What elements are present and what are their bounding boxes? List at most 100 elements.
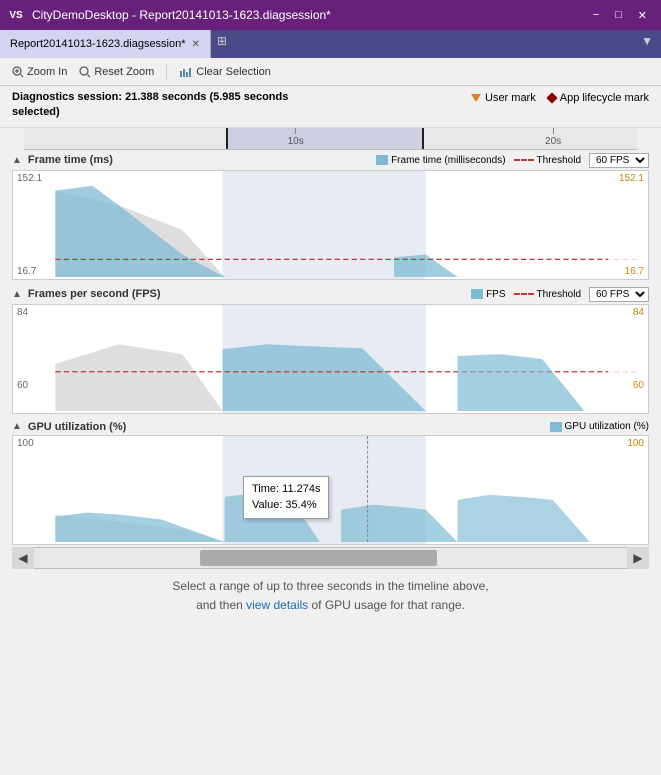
frame-time-chart[interactable]: 152.1 16.7 152.1 16.7: [12, 170, 649, 280]
app-lifecycle-label: App lifecycle mark: [560, 92, 649, 104]
scroll-thumb[interactable]: [200, 550, 437, 566]
tooltip-time: Time: 11.274s: [252, 481, 320, 498]
bottom-info: Select a range of up to three seconds in…: [0, 569, 661, 623]
bottom-line2-post: of GPU usage for that range.: [308, 598, 465, 612]
clear-selection-button[interactable]: Clear Selection: [175, 64, 275, 80]
ruler-tick: [295, 128, 296, 134]
close-button[interactable]: ✕: [632, 5, 653, 25]
frame-time-header: ▲ Frame time (ms) Frame time (millisecon…: [12, 150, 649, 170]
info-bar: Diagnostics session: 21.388 seconds (5.9…: [0, 86, 661, 128]
zoom-in-icon: [12, 66, 24, 78]
frame-time-collapse[interactable]: ▲: [12, 155, 22, 166]
timeline-ruler-container: 10s 20s: [12, 128, 649, 150]
tab-diagsession[interactable]: Report20141013-1623.diagsession* ✕: [0, 30, 211, 58]
fps-collapse[interactable]: ▲: [12, 289, 22, 300]
y-top: 152.1: [17, 173, 49, 184]
gpu-chart[interactable]: 100 100 Time: 11.2: [12, 435, 649, 545]
fps-color: [471, 289, 483, 299]
scroll-track[interactable]: [34, 548, 627, 568]
ruler-10s: 10s: [288, 128, 304, 147]
toolbar-separator: [166, 64, 167, 80]
fps-chart[interactable]: 84 60 84 60: [12, 304, 649, 414]
reset-zoom-button[interactable]: Reset Zoom: [75, 64, 158, 80]
gpu-legend-item: GPU utilization (%): [550, 421, 649, 432]
session-info-line1: Diagnostics session: 21.388 seconds (5.9…: [12, 90, 288, 105]
range-end-marker: [422, 128, 424, 149]
fps-select-fps[interactable]: 60 FPS: [589, 287, 649, 302]
chart-icon: [179, 67, 193, 77]
frame-time-y-axis-right: 152.1 16.7: [608, 171, 648, 279]
zoom-in-button[interactable]: Zoom In: [8, 64, 71, 80]
tab-pin-icon[interactable]: ⊞: [211, 30, 233, 58]
gpu-y-axis: 100: [13, 436, 53, 544]
threshold-legend-item: Threshold: [514, 155, 581, 166]
ruler-10s-label: 10s: [288, 136, 304, 147]
tooltip: Time: 11.274s Value: 35.4%: [243, 476, 329, 519]
frame-time-legend: Frame time (milliseconds) Threshold 60 F…: [376, 153, 649, 168]
tab-dropdown-icon[interactable]: ▼: [633, 30, 661, 58]
session-info-line2: selected): [12, 105, 288, 120]
fps-y-60-right: 60: [633, 380, 644, 391]
bottom-line2: and then view details of GPU usage for t…: [20, 596, 641, 615]
bottom-line2-pre: and then: [196, 598, 246, 612]
gpu-color: [550, 422, 562, 432]
threshold-dash: [514, 159, 534, 161]
frame-time-y-axis: 152.1 16.7: [13, 171, 53, 279]
selected-range: [226, 128, 422, 149]
tooltip-value: Value: 35.4%: [252, 497, 320, 514]
app-lifecycle-icon: [546, 92, 557, 103]
gpu-header: ▲ GPU utilization (%) GPU utilization (%…: [12, 418, 649, 435]
range-start-marker: [226, 128, 228, 149]
ruler-20s-label: 20s: [545, 136, 561, 147]
markers-legend: User mark App lifecycle mark: [471, 92, 649, 104]
title-bar-controls: − □ ✕: [587, 5, 653, 25]
frame-time-legend-label: Frame time (milliseconds): [391, 155, 505, 166]
tab-bar: Report20141013-1623.diagsession* ✕ ⊞ ▼: [0, 30, 661, 58]
reset-zoom-icon: [79, 66, 91, 78]
fps-y-top: 84: [17, 307, 49, 318]
fps-y-top-right: 84: [612, 307, 644, 318]
vs-icon: VS: [8, 7, 24, 23]
fps-legend-item: FPS: [471, 289, 505, 300]
y-bottom-right: 16.7: [612, 266, 644, 277]
fps-svg: [13, 305, 648, 413]
frame-time-section: ▲ Frame time (ms) Frame time (millisecon…: [12, 150, 649, 280]
title-bar: VS CityDemoDesktop - Report20141013-1623…: [0, 0, 661, 30]
title-bar-title: CityDemoDesktop - Report20141013-1623.di…: [32, 8, 579, 22]
toolbar: Zoom In Reset Zoom Clear Selection: [0, 58, 661, 86]
tab-close-icon[interactable]: ✕: [192, 39, 200, 50]
fps-threshold-legend: Threshold: [514, 289, 581, 300]
fps-y-axis-right: 84 60: [608, 305, 648, 413]
fps-section: ▲ Frames per second (FPS) FPS Threshold …: [12, 284, 649, 414]
gpu-y-axis-right: 100: [608, 436, 648, 544]
minimize-button[interactable]: −: [587, 5, 605, 25]
scrollbar: ◀ ▶: [12, 547, 649, 569]
view-details-link[interactable]: view details: [246, 598, 308, 612]
fps-threshold-dash: [514, 293, 534, 295]
session-info: Diagnostics session: 21.388 seconds (5.9…: [12, 90, 288, 121]
y-top-right: 152.1: [612, 173, 644, 184]
gpu-y-top-right: 100: [612, 438, 644, 449]
scroll-right-button[interactable]: ▶: [627, 547, 649, 569]
user-mark-label: User mark: [485, 92, 536, 104]
gpu-collapse[interactable]: ▲: [12, 421, 22, 432]
timeline-ruler[interactable]: 10s 20s: [24, 128, 637, 150]
gpu-section: ▲ GPU utilization (%) GPU utilization (%…: [12, 418, 649, 545]
frame-time-color: [376, 155, 388, 165]
ruler-tick-2: [553, 128, 554, 134]
frame-time-svg: [13, 171, 648, 279]
clear-selection-label: Clear Selection: [196, 66, 271, 78]
tab-label: Report20141013-1623.diagsession*: [10, 38, 186, 50]
frame-time-title: Frame time (ms): [28, 154, 113, 166]
fps-select-frametime[interactable]: 60 FPS: [589, 153, 649, 168]
y-bottom: 16.7: [17, 266, 49, 277]
fps-legend: FPS Threshold 60 FPS: [471, 287, 649, 302]
scroll-left-button[interactable]: ◀: [12, 547, 34, 569]
gpu-svg: [13, 436, 648, 544]
threshold-label: Threshold: [537, 155, 581, 166]
frame-time-legend-item: Frame time (milliseconds): [376, 155, 505, 166]
user-mark-legend: User mark: [471, 92, 536, 104]
fps-y-60: 60: [17, 380, 28, 391]
gpu-title: GPU utilization (%): [28, 421, 126, 433]
maximize-button[interactable]: □: [609, 5, 628, 25]
